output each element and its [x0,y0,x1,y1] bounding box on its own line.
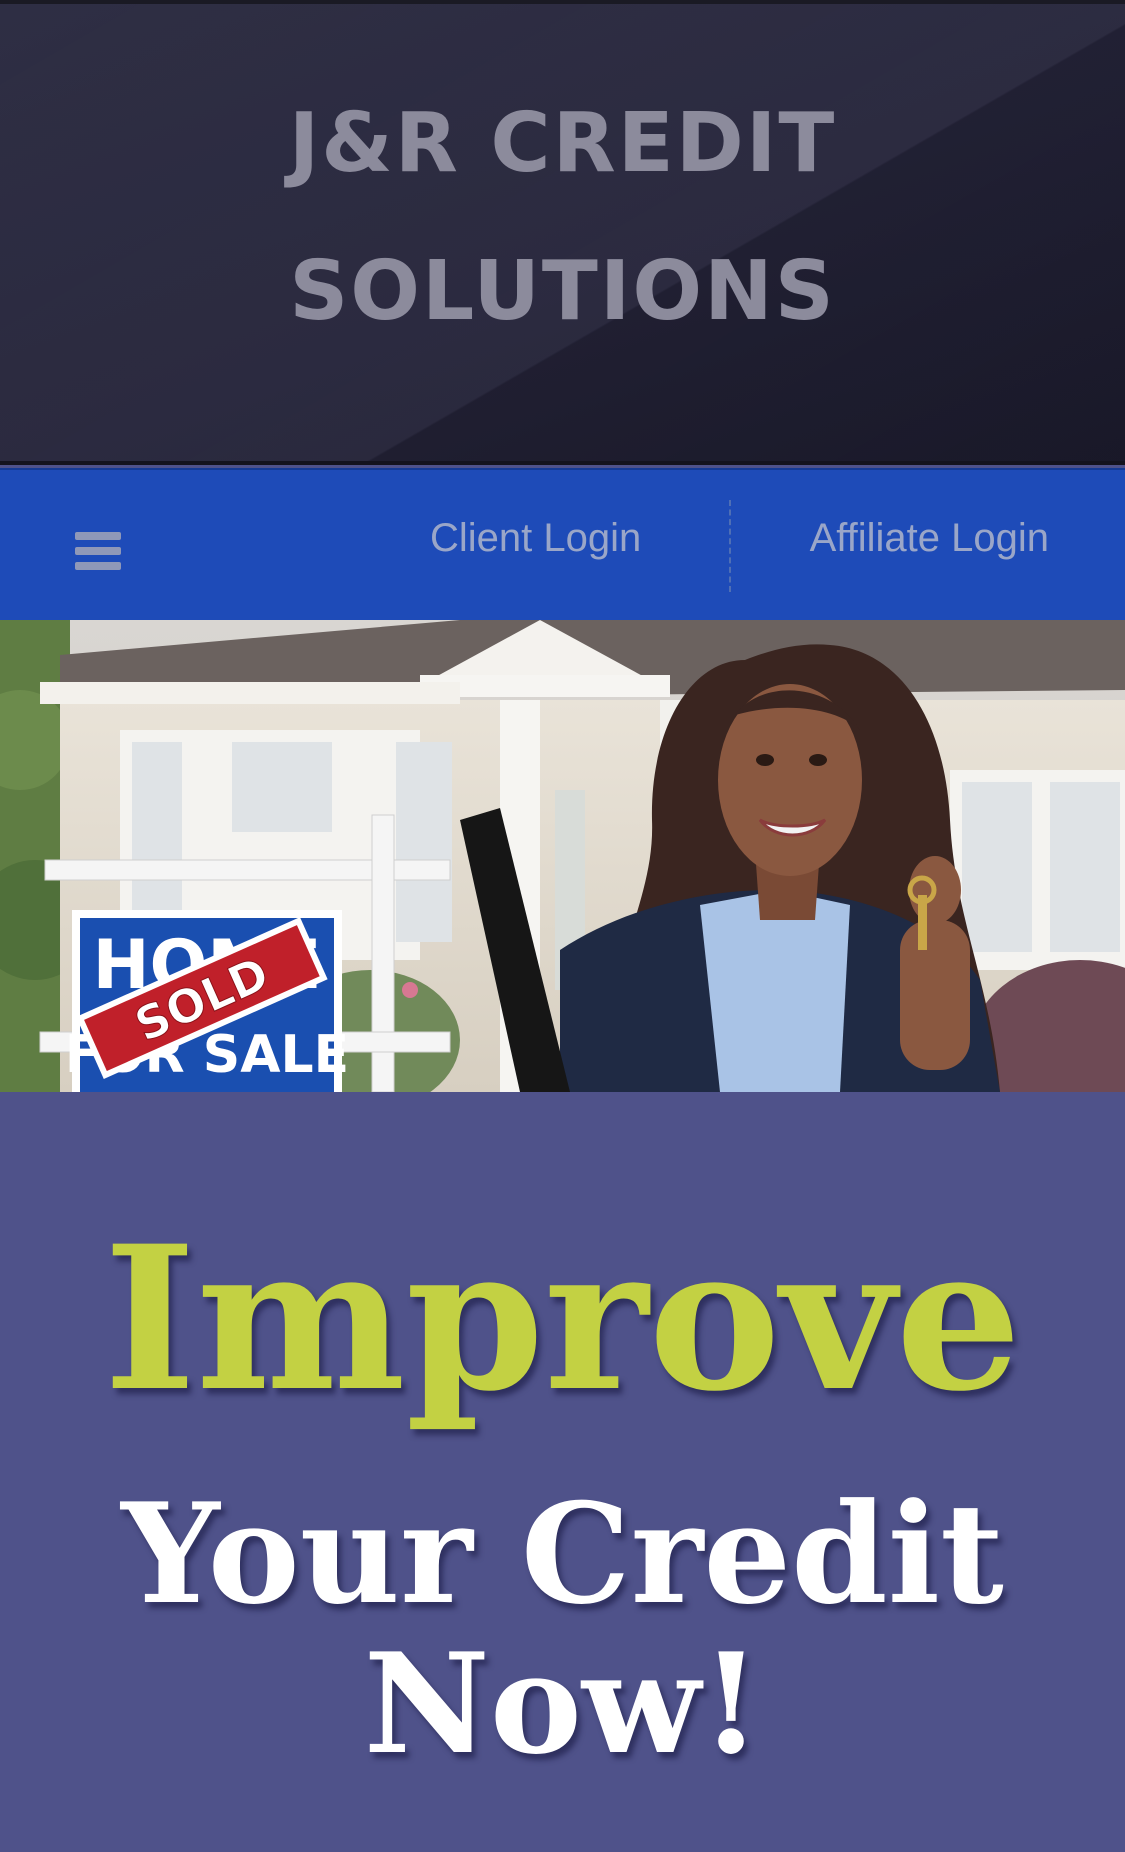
hero-image: HOME FOR SALE SOLD [0,620,1125,1092]
window-pane [1050,782,1120,952]
header-background-shade [0,4,1125,461]
window-pane [232,742,332,832]
hamburger-menu-icon[interactable] [68,526,128,576]
call-to-action-section: Improve Your Credit Now! [0,1092,1125,1852]
client-login-link[interactable]: Client Login [430,516,641,561]
house-trim [40,682,460,704]
site-title-line-2[interactable]: SOLUTIONS [0,244,1125,339]
woman-eye [809,754,827,766]
navigation-bar: Client Login Affiliate Login [0,468,1125,620]
woman-eye [756,754,774,766]
hero-photo-illustration: HOME FOR SALE SOLD [0,620,1125,1092]
menu-icon-bar [75,547,121,555]
site-title-line-1[interactable]: J&R CREDIT [0,96,1125,191]
nav-divider [729,500,731,592]
affiliate-login-link[interactable]: Affiliate Login [810,516,1049,561]
window-pane [962,782,1032,952]
cta-improve-heading: Improve [103,1202,1022,1435]
menu-icon-bar [75,532,121,540]
cta-your-credit-heading: Your Credit [121,1472,1004,1635]
woman-hand [900,920,970,1070]
woman-shirt [700,890,850,1092]
site-header: J&R CREDIT SOLUTIONS [0,0,1125,465]
menu-icon-bar [75,562,121,570]
flower [402,982,418,998]
window-pane [396,742,452,942]
cta-now-heading: Now! [363,1622,762,1785]
